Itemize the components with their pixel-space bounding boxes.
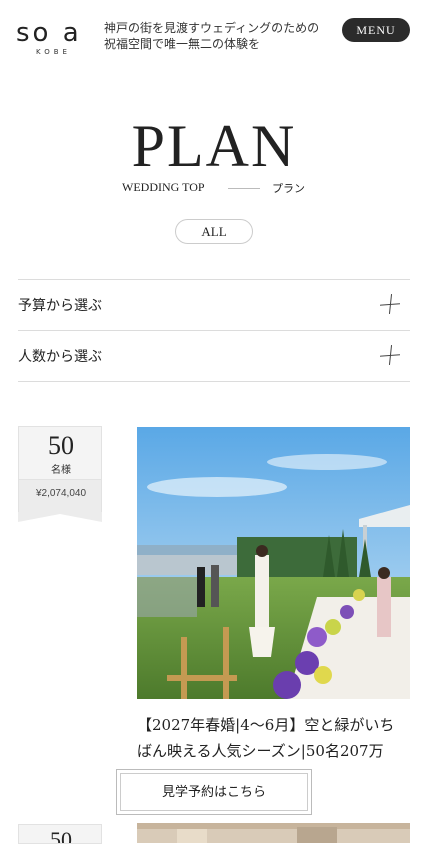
breadcrumb-divider [228, 188, 260, 189]
tour-reservation-button[interactable]: 見学予約はこちら [116, 769, 312, 815]
logo-wordmark: so a [16, 18, 82, 48]
header-tagline: 神戸の街を見渡すウェディングのための 祝福空間で唯一無二の体験を [104, 20, 319, 52]
page-title: PLAN [131, 113, 297, 179]
wedding-terrace-image [137, 427, 410, 699]
site-header: so a KOBE 神戸の街を見渡すウェディングのための 祝福空間で唯一無二の体… [0, 0, 428, 62]
plus-icon [380, 345, 400, 365]
plan-guest-badge: 50 [18, 824, 102, 844]
breadcrumb: WEDDING TOP プラン [0, 180, 428, 196]
tagline-line-1: 神戸の街を見渡すウェディングのための [104, 21, 320, 35]
menu-button[interactable]: MENU [342, 18, 410, 42]
plan-image-partial [137, 823, 410, 843]
badge-price-box: ¥2,074,040 [18, 480, 102, 512]
filter-all-button[interactable]: ALL [175, 219, 253, 244]
plan-title[interactable]: 【2027年春婚|4〜6月】空と緑がいち ばん映える人気シーズン|50名207万 [137, 712, 410, 764]
breadcrumb-current: プラン [272, 182, 305, 195]
filter-budget-label: 予算から選ぶ [18, 298, 102, 314]
brand-logo[interactable]: so a KOBE [16, 18, 92, 58]
plan-title-line-1: 【2027年春婚|4〜6月】空と緑がいち [137, 716, 395, 734]
badge-ribbon-tail [18, 512, 102, 522]
plan-photo[interactable] [137, 427, 410, 699]
tagline-line-2: 祝福空間で唯一無二の体験を [104, 37, 261, 51]
badge-guest-count: 50 [50, 827, 72, 844]
plan-title-line-2: ばん映える人気シーズン|50名207万 [137, 742, 384, 760]
plan-photo[interactable] [137, 823, 410, 843]
badge-guests-box: 50 名様 [18, 426, 102, 480]
breadcrumb-wedding-top[interactable]: WEDDING TOP [122, 180, 205, 195]
badge-guest-unit: 名様 [51, 465, 71, 476]
filter-guest-count[interactable]: 人数から選ぶ [18, 330, 410, 382]
badge-guest-count: 50 [48, 431, 74, 460]
filter-budget[interactable]: 予算から選ぶ [18, 279, 410, 330]
plus-icon [380, 294, 400, 314]
tour-reservation-label: 見学予約はこちら [120, 773, 308, 811]
filter-guest-count-label: 人数から選ぶ [18, 349, 102, 365]
badge-price: ¥2,074,040 [35, 488, 87, 499]
logo-subtext: KOBE [36, 48, 71, 56]
